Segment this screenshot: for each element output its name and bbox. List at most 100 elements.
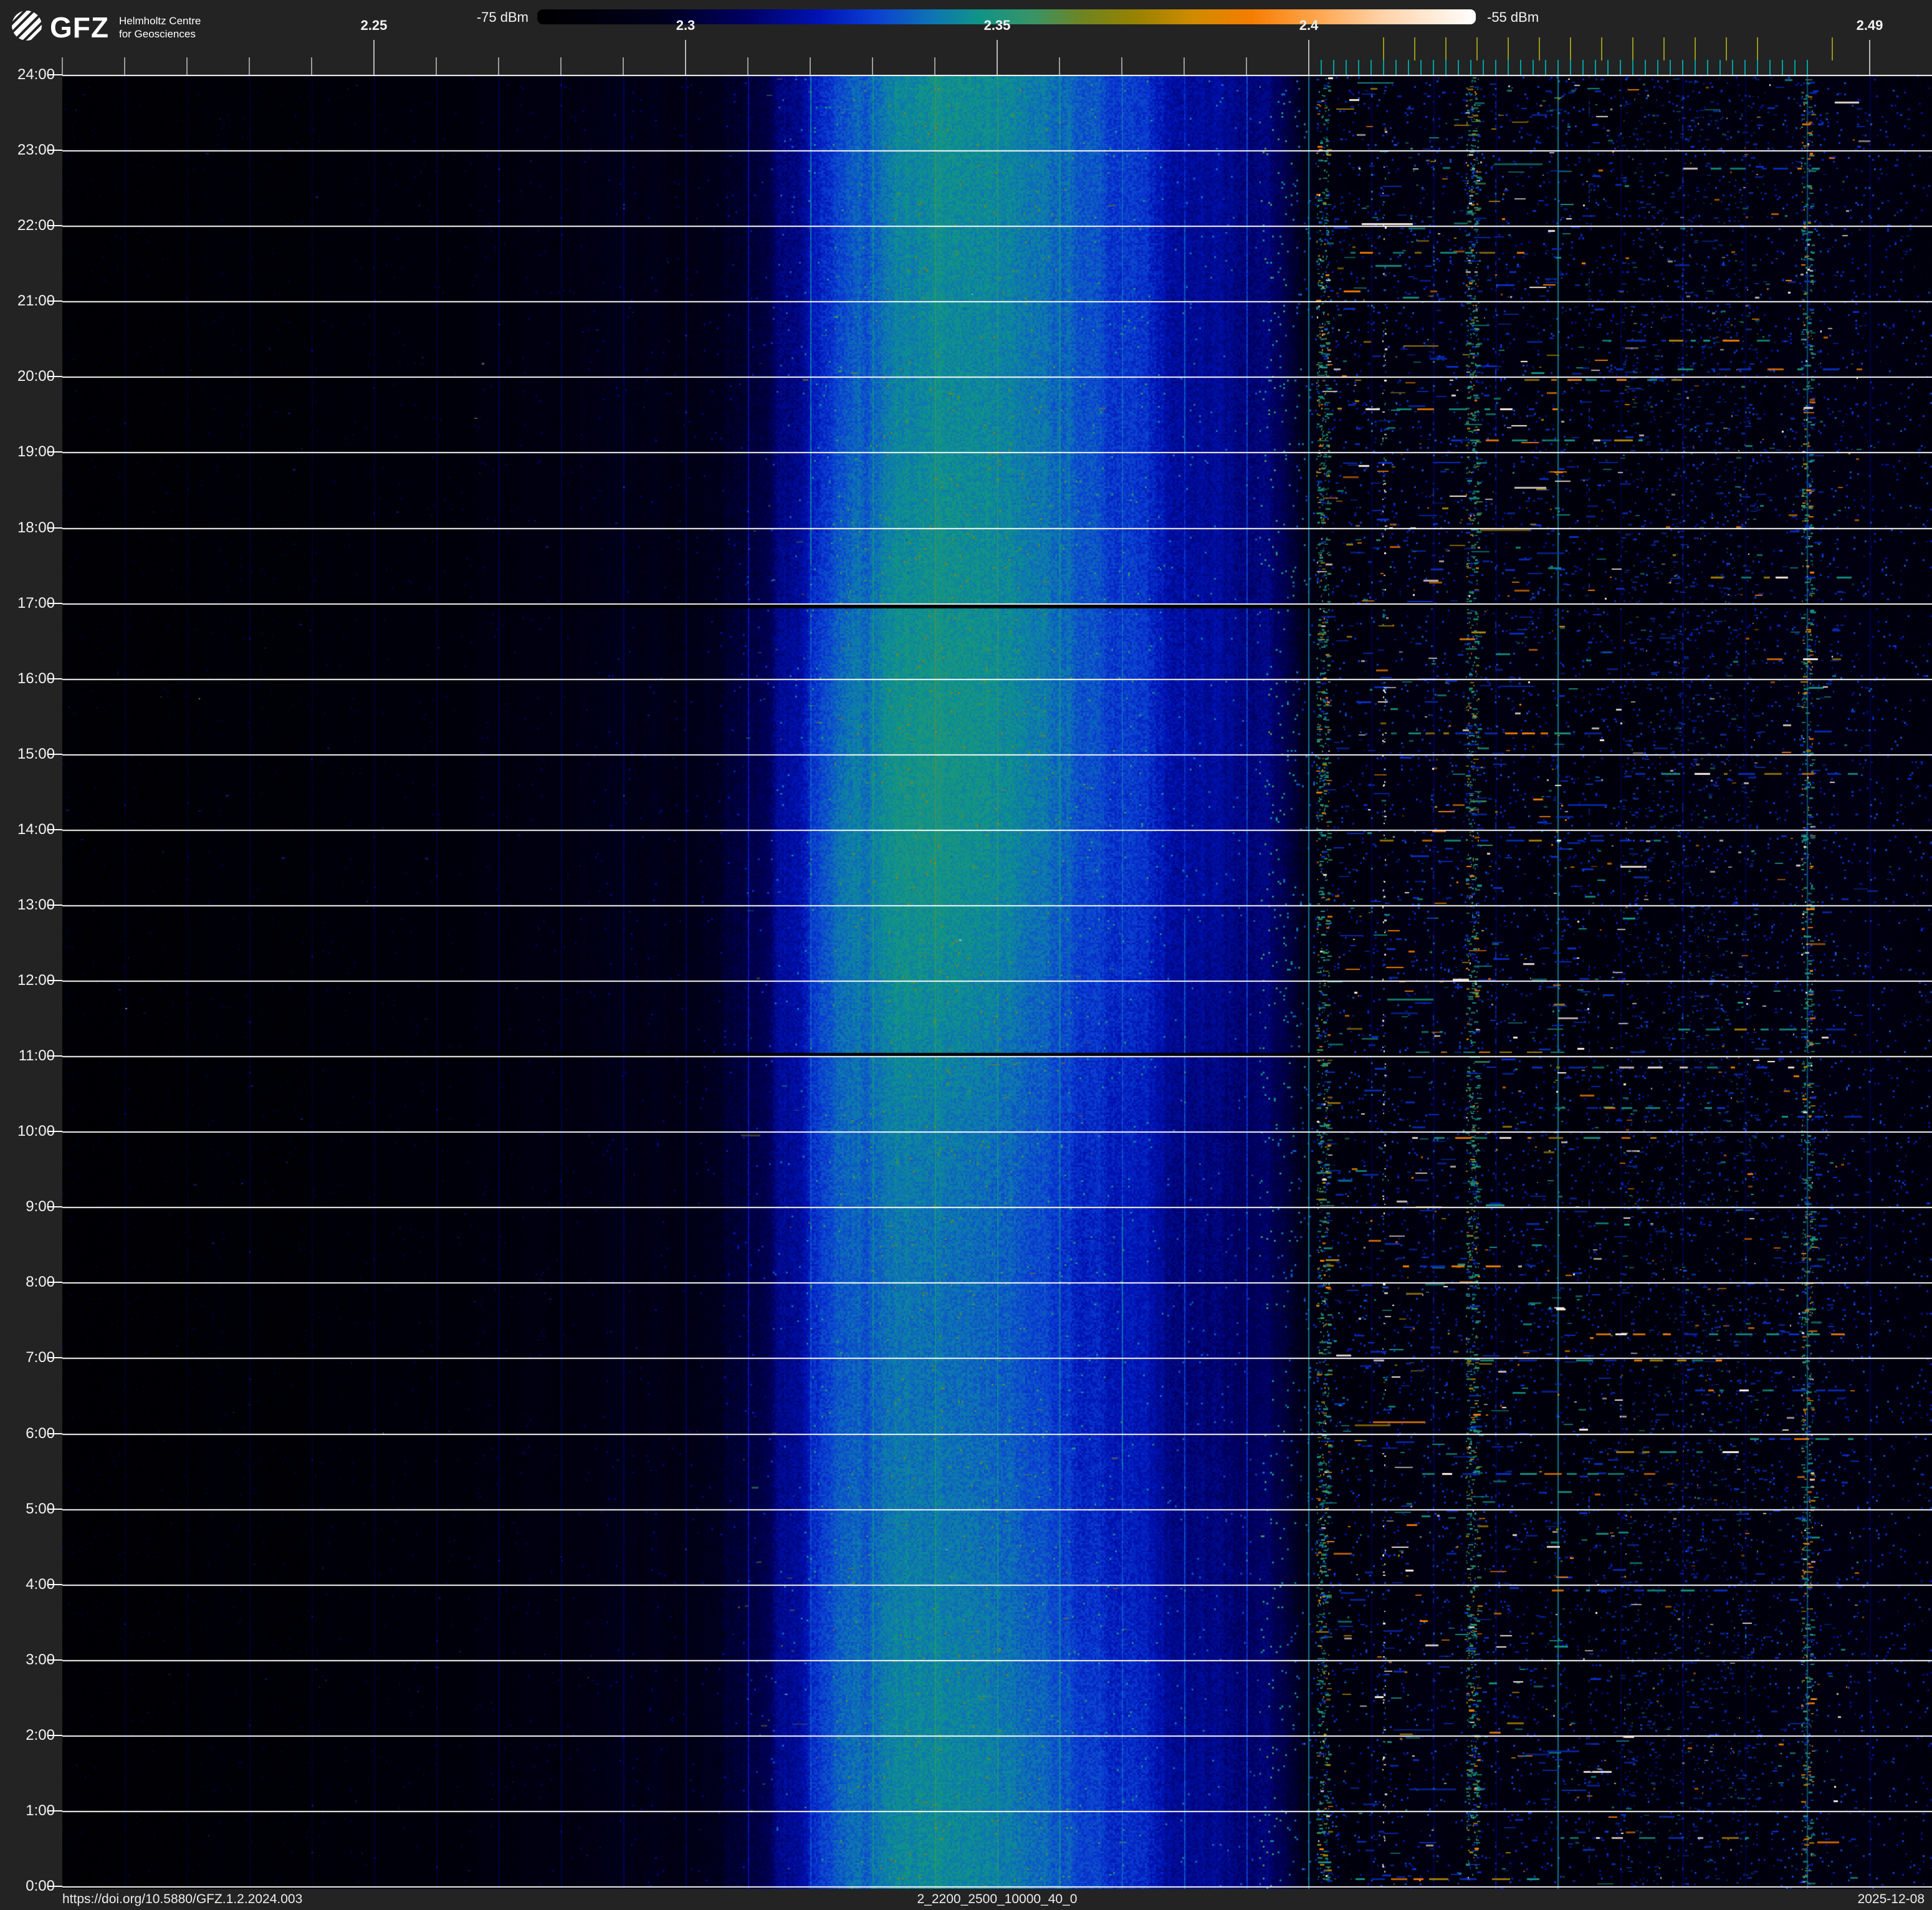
- time-tick: [47, 828, 62, 830]
- time-label: 8:00: [26, 1274, 55, 1291]
- time-tick: [47, 1583, 62, 1585]
- time-tick: [47, 1206, 62, 1208]
- time-label: 3:00: [26, 1651, 55, 1668]
- time-tick: [47, 1282, 62, 1284]
- ble-channel-tick: [1370, 60, 1372, 75]
- freq-minor-tick: [747, 57, 748, 75]
- freq-minor-tick: [1184, 57, 1185, 75]
- colorbar-gradient: [537, 9, 1476, 24]
- spectrogram-canvas: [62, 75, 1932, 1889]
- logo-org-name: Helmholtz Centre for Geosciences: [119, 14, 201, 41]
- freq-minor-tick: [623, 57, 624, 75]
- time-label: 6:00: [26, 1424, 55, 1442]
- time-tick: [47, 1131, 62, 1133]
- time-label: 5:00: [26, 1500, 55, 1517]
- ble-channel-tick: [1483, 60, 1484, 75]
- time-label: 19:00: [17, 443, 55, 461]
- ble-channel-tick: [1757, 60, 1758, 75]
- ble-channel-tick: [1520, 60, 1521, 75]
- ble-channel-tick: [1358, 60, 1359, 75]
- time-tick: [47, 1886, 62, 1887]
- ble-channel-tick: [1495, 60, 1496, 75]
- freq-major-tick: [997, 40, 998, 75]
- ble-channel-tick: [1807, 60, 1808, 75]
- wifi-channel-tick: [1414, 37, 1415, 60]
- gfz-logo-icon: [6, 4, 48, 47]
- ble-channel-tick: [1744, 60, 1746, 75]
- wifi-channel-tick: [1570, 37, 1571, 60]
- freq-major-tick: [1308, 40, 1309, 75]
- wifi-channel-tick: [1539, 37, 1540, 60]
- freq-minor-tick: [311, 57, 312, 75]
- time-label: 13:00: [17, 896, 55, 913]
- time-label: 24:00: [17, 66, 55, 83]
- ble-channel-tick: [1408, 60, 1409, 75]
- time-tick: [47, 1810, 62, 1812]
- freq-minor-tick: [997, 57, 998, 75]
- wifi-channel-tick: [1508, 37, 1509, 60]
- ble-channel-tick: [1695, 60, 1696, 75]
- time-tick: [47, 980, 62, 981]
- ble-channel-tick: [1321, 60, 1322, 75]
- ble-channel-tick: [1719, 60, 1721, 75]
- wifi-channel-tick: [1476, 37, 1478, 60]
- freq-label: 2.49: [1856, 17, 1883, 33]
- ble-channel-tick: [1620, 60, 1621, 75]
- freq-label: 2.25: [360, 17, 388, 33]
- time-tick: [47, 300, 62, 302]
- ble-channel-tick: [1570, 60, 1571, 75]
- wifi-channel-tick: [1726, 37, 1727, 60]
- logo-wordmark: GFZ: [50, 11, 109, 44]
- time-label: 2:00: [26, 1726, 55, 1744]
- spectrogram-page: { "page_background": "#232323", "header"…: [0, 0, 1932, 1910]
- time-tick: [47, 376, 62, 378]
- time-label: 9:00: [26, 1198, 55, 1216]
- colorbar-max-label: -55 dBm: [1487, 9, 1539, 25]
- org-line1: Helmholtz Centre: [118, 14, 201, 27]
- ble-channel-tick: [1445, 60, 1447, 75]
- ble-channel-tick: [1607, 60, 1609, 75]
- ble-channel-tick: [1433, 60, 1434, 75]
- time-tick: [47, 1357, 62, 1359]
- freq-minor-tick: [373, 57, 375, 75]
- time-label: 11:00: [18, 1047, 55, 1065]
- freq-minor-tick: [934, 57, 935, 75]
- time-tick: [47, 225, 62, 227]
- wifi-channel-tick: [1445, 37, 1447, 60]
- ble-channel-tick: [1707, 60, 1708, 75]
- footer-date: 2025-12-08: [1857, 1892, 1925, 1906]
- freq-major-tick: [1869, 40, 1870, 75]
- ble-channel-tick: [1346, 60, 1347, 75]
- time-tick: [47, 602, 62, 604]
- ble-channel-tick: [1470, 60, 1471, 75]
- time-label: 18:00: [17, 519, 55, 536]
- ble-channel-tick: [1420, 60, 1422, 75]
- time-tick: [47, 1432, 62, 1434]
- wifi-channel-tick: [1632, 37, 1633, 60]
- freq-minor-tick: [62, 57, 63, 75]
- wifi-channel-tick: [1663, 37, 1665, 60]
- wifi-channel-tick: [1757, 37, 1758, 60]
- time-tick: [47, 904, 62, 906]
- ble-channel-tick: [1794, 60, 1796, 75]
- time-label: 20:00: [17, 368, 55, 385]
- time-tick: [47, 1734, 62, 1736]
- wifi-channel-tick: [1383, 37, 1384, 60]
- time-tick: [47, 150, 62, 151]
- ble-channel-tick: [1508, 60, 1509, 75]
- freq-minor-tick: [1121, 57, 1122, 75]
- time-label: 22:00: [17, 217, 55, 234]
- time-label: 14:00: [17, 820, 55, 838]
- wifi-channel-tick: [1601, 37, 1602, 60]
- ble-channel-tick: [1645, 60, 1646, 75]
- freq-minor-tick: [124, 57, 125, 75]
- time-tick: [47, 1055, 62, 1057]
- time-tick: [47, 1659, 62, 1661]
- time-label: 23:00: [17, 142, 55, 159]
- time-label: 15:00: [17, 745, 55, 762]
- doi-link[interactable]: https://doi.org/10.5880/GFZ.1.2.2024.003: [62, 1892, 302, 1907]
- ble-channel-tick: [1670, 60, 1671, 75]
- time-label: 16:00: [17, 669, 55, 687]
- time-tick: [47, 753, 62, 755]
- freq-major-tick: [685, 40, 686, 75]
